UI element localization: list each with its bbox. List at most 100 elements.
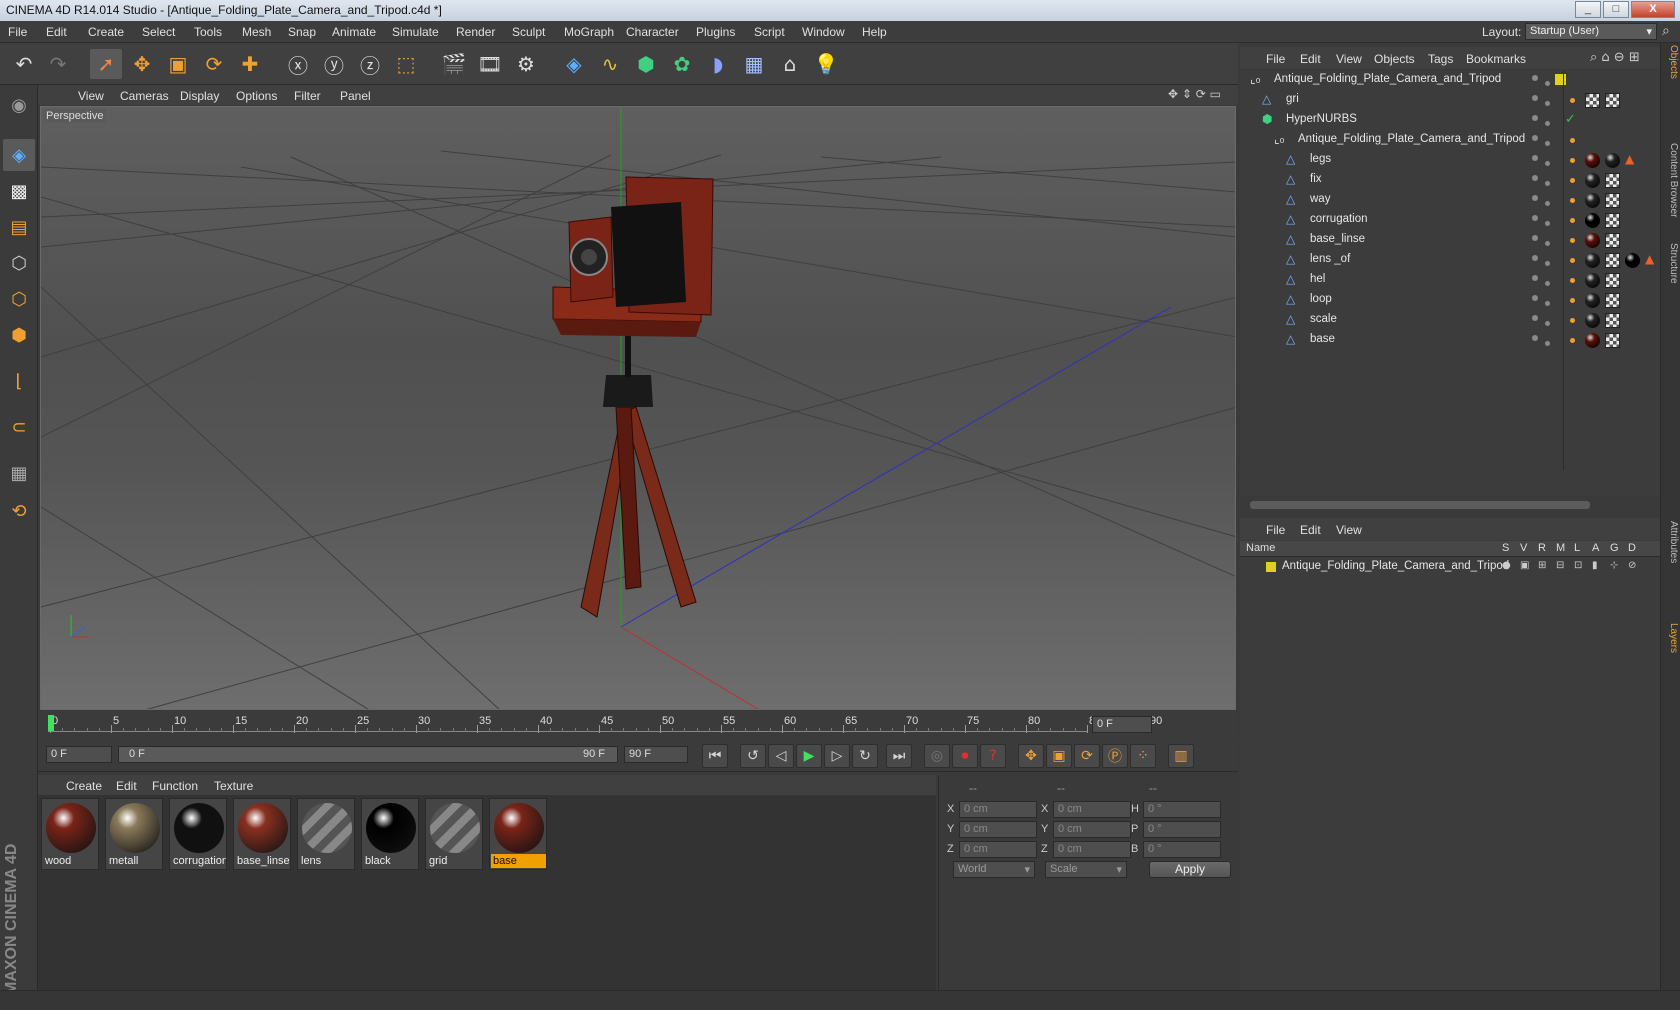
right-tab-layers[interactable]: Layers bbox=[1663, 623, 1679, 653]
material-tag-icon[interactable] bbox=[1585, 333, 1600, 348]
scale-mode-select[interactable]: Scale ▾ bbox=[1045, 861, 1127, 878]
visibility-editor-dot[interactable] bbox=[1532, 175, 1538, 181]
menu-item-sculpt[interactable]: Sculpt bbox=[512, 25, 545, 39]
coordinate-system-icon[interactable]: ⬚ bbox=[390, 49, 422, 79]
texture-tag-icon[interactable] bbox=[1605, 233, 1620, 248]
object-row-hel[interactable]: △ hel bbox=[1240, 270, 1660, 290]
menu-item-simulate[interactable]: Simulate bbox=[392, 25, 439, 39]
texture-tag-icon[interactable] bbox=[1605, 173, 1620, 188]
right-tab-attributes[interactable]: Attributes bbox=[1663, 521, 1679, 563]
texture-tag-icon[interactable] bbox=[1605, 273, 1620, 288]
floor-icon[interactable]: ▦ bbox=[738, 49, 770, 79]
object-row-lens-of[interactable]: △ lens _of ▲ bbox=[1240, 250, 1660, 270]
current-frame-field[interactable]: 0 F bbox=[1092, 716, 1152, 733]
visibility-render-dot[interactable] bbox=[1545, 141, 1550, 146]
menu-item-edit[interactable]: Edit bbox=[46, 25, 67, 39]
menu-item-animate[interactable]: Animate bbox=[332, 25, 376, 39]
locked-workplane-icon[interactable]: ▦ bbox=[3, 457, 35, 489]
keyframe-selection-icon[interactable]: ? bbox=[980, 744, 1006, 768]
layer-toggle-icon[interactable]: ● bbox=[1502, 560, 1511, 571]
coord-field-h[interactable]: 0 ° bbox=[1143, 801, 1221, 818]
material-wood[interactable]: wood bbox=[41, 798, 99, 870]
spline-icon[interactable]: ∿ bbox=[594, 49, 626, 79]
visibility-editor-dot[interactable] bbox=[1532, 135, 1538, 141]
menu-item-texture[interactable]: Texture bbox=[214, 779, 253, 793]
viewport-nav-icons[interactable]: ✥ ⇕ ⟳ ▭ bbox=[1168, 87, 1221, 101]
key-pla-icon[interactable]: ⁘ bbox=[1130, 744, 1156, 768]
layer-toggle-icon[interactable]: ⊞ bbox=[1538, 560, 1546, 571]
frame-range-slider[interactable]: 0 F 90 F bbox=[118, 746, 618, 763]
layer-column-r[interactable]: R bbox=[1538, 542, 1546, 554]
layer-column-m[interactable]: M bbox=[1556, 542, 1565, 554]
visibility-render-dot[interactable] bbox=[1545, 101, 1550, 106]
menu-item-display[interactable]: Display bbox=[180, 89, 219, 103]
material-tag-icon[interactable] bbox=[1605, 153, 1620, 168]
prev-key-icon[interactable]: ↺ bbox=[740, 744, 766, 768]
material-tag-icon[interactable] bbox=[1585, 313, 1600, 328]
layer-column-g[interactable]: G bbox=[1610, 542, 1619, 554]
render-picture-viewer-icon[interactable]: 🎞 bbox=[474, 49, 506, 79]
layer-toggle-icon[interactable]: ⊹ bbox=[1610, 560, 1618, 571]
coord-field-y[interactable]: 0 cm bbox=[959, 821, 1037, 838]
right-tab-objects[interactable]: Objects bbox=[1663, 45, 1679, 79]
coord-field-b[interactable]: 0 ° bbox=[1143, 841, 1221, 858]
menu-item-mesh[interactable]: Mesh bbox=[242, 25, 271, 39]
menu-item-render[interactable]: Render bbox=[456, 25, 495, 39]
object-row-scale[interactable]: △ scale bbox=[1240, 310, 1660, 330]
key-scale-icon[interactable]: ▣ bbox=[1046, 744, 1072, 768]
material-tag-icon[interactable] bbox=[1585, 153, 1600, 168]
menu-item-script[interactable]: Script bbox=[754, 25, 785, 39]
close-button[interactable]: X bbox=[1631, 1, 1675, 18]
visibility-render-dot[interactable] bbox=[1545, 341, 1550, 346]
texture-tag-icon[interactable] bbox=[1605, 193, 1620, 208]
layer-column-a[interactable]: A bbox=[1592, 542, 1599, 554]
visibility-render-dot[interactable] bbox=[1545, 241, 1550, 246]
menu-item-objects[interactable]: Objects bbox=[1374, 52, 1415, 66]
array-icon[interactable]: ✿ bbox=[666, 49, 698, 79]
material-tag-icon[interactable] bbox=[1585, 253, 1600, 268]
cube-icon[interactable]: ◈ bbox=[558, 49, 590, 79]
live-selection-icon[interactable]: ➚ bbox=[90, 49, 122, 79]
minimize-button[interactable]: _ bbox=[1575, 1, 1601, 18]
redo-icon[interactable]: ↷ bbox=[42, 49, 74, 79]
object-scrollbar[interactable] bbox=[1240, 498, 1660, 512]
material-tag-icon[interactable] bbox=[1585, 213, 1600, 228]
visibility-editor-dot[interactable] bbox=[1532, 275, 1538, 281]
texture-tag-icon[interactable] bbox=[1605, 313, 1620, 328]
visibility-render-dot[interactable] bbox=[1545, 301, 1550, 306]
visibility-render-dot[interactable] bbox=[1545, 81, 1550, 86]
layer-column-d[interactable]: D bbox=[1628, 542, 1636, 554]
menu-item-view[interactable]: View bbox=[1336, 52, 1362, 66]
layer-color-tag[interactable] bbox=[1555, 74, 1566, 85]
material-base[interactable]: base bbox=[489, 798, 547, 870]
object-row-antique-folding-plate-camera-and-tripod[interactable]: ⌞₀ Antique_Folding_Plate_Camera_and_Tripo… bbox=[1240, 130, 1660, 150]
menu-item-create[interactable]: Create bbox=[88, 25, 124, 39]
light-icon[interactable]: 💡 bbox=[810, 49, 842, 79]
key-parameter-icon[interactable]: Ⓟ bbox=[1102, 744, 1128, 768]
texture-tag-icon[interactable] bbox=[1605, 333, 1620, 348]
menu-item-file[interactable]: File bbox=[1266, 523, 1285, 537]
material-tag-icon[interactable] bbox=[1585, 173, 1600, 188]
menu-item-edit[interactable]: Edit bbox=[1300, 523, 1321, 537]
material-tag-icon[interactable] bbox=[1585, 273, 1600, 288]
visibility-render-dot[interactable] bbox=[1545, 221, 1550, 226]
layer-column-v[interactable]: V bbox=[1520, 542, 1527, 554]
move-icon[interactable]: ✥ bbox=[126, 49, 158, 79]
coord-field-x[interactable]: 0 cm bbox=[1053, 801, 1131, 818]
menu-item-view[interactable]: View bbox=[1336, 523, 1362, 537]
next-key-icon[interactable]: ↻ bbox=[852, 744, 878, 768]
menu-item-bookmarks[interactable]: Bookmarks bbox=[1466, 52, 1526, 66]
visibility-editor-dot[interactable] bbox=[1532, 95, 1538, 101]
menu-item-view[interactable]: View bbox=[78, 89, 104, 103]
go-to-start-icon[interactable]: ⏮ bbox=[702, 744, 728, 768]
menu-item-mograph[interactable]: MoGraph bbox=[564, 25, 614, 39]
timeline[interactable]: 051015202530354045505560657075808590 0 F bbox=[38, 711, 1238, 738]
object-row-fix[interactable]: △ fix bbox=[1240, 170, 1660, 190]
coord-field-z[interactable]: 0 cm bbox=[1053, 841, 1131, 858]
menu-item-function[interactable]: Function bbox=[152, 779, 198, 793]
visibility-editor-dot[interactable] bbox=[1532, 295, 1538, 301]
end-frame-field[interactable]: 90 F bbox=[624, 746, 688, 763]
object-row-loop[interactable]: △ loop bbox=[1240, 290, 1660, 310]
play-icon[interactable]: ▶ bbox=[796, 744, 822, 768]
object-search-icons[interactable]: ⌕ ⌂ ⊖ ⊞ bbox=[1590, 50, 1640, 65]
